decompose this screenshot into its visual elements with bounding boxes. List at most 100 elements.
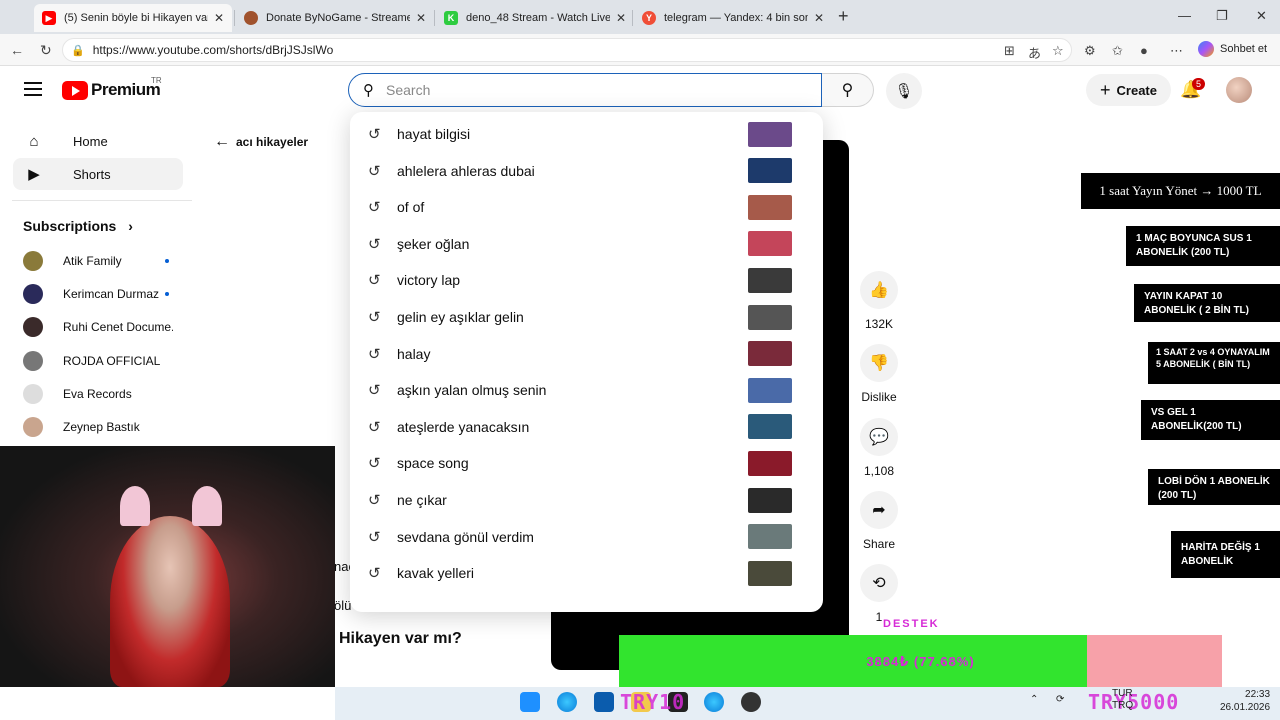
search-suggestions-dropdown: ↺ hayat bilgisi ↺ ahlelera ahleras dubai ↺ of… bbox=[350, 112, 823, 612]
copilot-icon bbox=[1198, 41, 1214, 57]
history-icon: ↺ bbox=[368, 235, 381, 253]
translate-icon[interactable]: あ bbox=[1028, 43, 1041, 62]
channel-avatar bbox=[23, 317, 43, 337]
remix-icon: ⟲ bbox=[860, 564, 898, 602]
extensions-icon[interactable]: ⚙ bbox=[1084, 43, 1096, 59]
search-box[interactable]: ⚲ bbox=[348, 73, 822, 107]
browser-tab-yandex[interactable]: Y telegram — Yandex: 4 bin sonuç b ✕ bbox=[634, 4, 832, 32]
subscription-item[interactable]: Zeynep Bastık bbox=[23, 417, 173, 437]
new-tab-icon[interactable]: + bbox=[838, 6, 849, 27]
subscription-item[interactable]: Kerimcan Durmaz bbox=[23, 284, 173, 304]
donation-offer: LOBİ DÖN 1 ABONELİK (200 TL) bbox=[1148, 469, 1280, 505]
copilot-button[interactable]: Sohbet et bbox=[1198, 41, 1267, 57]
subscriptions-heading[interactable]: Subscriptions › bbox=[23, 218, 133, 234]
subscription-item[interactable]: Eva Records bbox=[23, 384, 173, 404]
profile-icon[interactable]: ● bbox=[1140, 43, 1148, 58]
store-icon[interactable] bbox=[594, 692, 614, 712]
search-suggestion-item[interactable]: ↺ halay bbox=[350, 336, 823, 372]
url-field[interactable]: 🔒 https://www.youtube.com/shorts/dBrjJSJ… bbox=[62, 38, 1072, 62]
new-content-dot bbox=[165, 292, 169, 296]
create-button[interactable]: + Create bbox=[1086, 74, 1171, 106]
close-window-icon[interactable]: ✕ bbox=[1256, 8, 1267, 24]
suggestion-thumbnail bbox=[748, 267, 792, 293]
edge-window-icon[interactable] bbox=[704, 692, 724, 712]
search-suggestion-item[interactable]: ↺ aşkın yalan olmuş senin bbox=[350, 372, 823, 408]
subscription-item[interactable]: ROJDA OFFICIAL bbox=[23, 351, 173, 371]
search-suggestion-item[interactable]: ↺ ne çıkar bbox=[350, 482, 823, 518]
browser-tab-kick[interactable]: K deno_48 Stream - Watch Live on K ✕ bbox=[436, 4, 634, 32]
suggestion-text: hayat bilgisi bbox=[397, 126, 471, 142]
search-suggestion-item[interactable]: ↺ victory lap bbox=[350, 262, 823, 298]
suggestion-thumbnail bbox=[748, 194, 792, 220]
share-button[interactable]: ➦ Share bbox=[858, 491, 900, 551]
search-suggestion-item[interactable]: ↺ hayat bilgisi bbox=[350, 116, 823, 152]
history-icon: ↺ bbox=[368, 126, 381, 143]
account-avatar[interactable] bbox=[1226, 77, 1252, 103]
sidebar-item-label: Shorts bbox=[73, 166, 111, 182]
search-suggestion-item[interactable]: ↺ gelin ey aşıklar gelin bbox=[350, 299, 823, 335]
search-button[interactable]: ⚲ bbox=[822, 73, 874, 107]
back-to-feed-link[interactable]: ← acı hikayeler bbox=[214, 133, 308, 151]
sidebar-item-label: Home bbox=[73, 133, 108, 149]
search-suggestion-item[interactable]: ↺ şeker oğlan bbox=[350, 226, 823, 262]
search-suggestion-item[interactable]: ↺ ateşlerde yanacaksın bbox=[350, 409, 823, 445]
restore-icon[interactable]: ❐ bbox=[1216, 8, 1228, 24]
close-tab-icon[interactable]: ✕ bbox=[214, 11, 224, 25]
browser-tab-bynogame[interactable]: Donate ByNoGame - Streamer Set ✕ bbox=[236, 4, 434, 32]
search-suggestion-item[interactable]: ↺ kavak yelleri bbox=[350, 555, 823, 591]
search-suggestion-item[interactable]: ↺ ahlelera ahleras dubai bbox=[350, 153, 823, 189]
site-info-icon[interactable]: 🔒 bbox=[71, 44, 85, 57]
youtube-logo[interactable]: Premium TR bbox=[62, 76, 162, 100]
app-icon[interactable] bbox=[741, 692, 761, 712]
favorite-star-icon[interactable]: ☆ bbox=[1052, 43, 1064, 59]
system-clock[interactable]: 22:33 26.01.2026 bbox=[1220, 688, 1270, 714]
remix-button[interactable]: ⟲ 1 bbox=[858, 564, 900, 624]
comments-button[interactable]: 💬 1,108 bbox=[858, 418, 900, 478]
close-tab-icon[interactable]: ✕ bbox=[616, 11, 626, 25]
channel-name: Eva Records bbox=[63, 387, 132, 401]
start-menu-icon[interactable] bbox=[520, 692, 540, 712]
favorites-icon[interactable]: ✩ bbox=[1112, 43, 1123, 59]
tray-chevron-up-icon[interactable]: ⌃ bbox=[1030, 694, 1038, 705]
tray-sync-icon[interactable]: ⟳ bbox=[1056, 694, 1064, 705]
search-suggestion-item[interactable]: ↺ space song bbox=[350, 445, 823, 481]
suggestion-thumbnail bbox=[748, 231, 792, 257]
tab-title: telegram — Yandex: 4 bin sonuç b bbox=[664, 12, 808, 24]
back-icon[interactable]: ← bbox=[10, 42, 24, 58]
close-tab-icon[interactable]: ✕ bbox=[416, 11, 426, 25]
channel-avatar bbox=[23, 384, 43, 404]
browser-tab-youtube[interactable]: ▶ (5) Senin böyle bi Hikayen var mı? ✕ bbox=[34, 4, 232, 32]
url-text: https://www.youtube.com/shorts/dBrjJSJsl… bbox=[92, 43, 334, 57]
bynogame-favicon-icon bbox=[244, 11, 258, 25]
minimize-icon[interactable]: — bbox=[1178, 8, 1191, 23]
language-top: TUR bbox=[1112, 688, 1133, 699]
video-title: Hikayen var mı? bbox=[339, 630, 462, 647]
input-language-indicator[interactable]: TUR TRQ bbox=[1112, 688, 1133, 712]
voice-search-button[interactable]: 🎙 bbox=[886, 73, 922, 109]
clock-time: 22:33 bbox=[1245, 689, 1271, 700]
search-suggestion-item[interactable]: ↺ sevdana gönül verdim bbox=[350, 519, 823, 555]
sidebar-item-home[interactable]: ⌂ Home bbox=[13, 125, 183, 157]
yandex-favicon-icon: Y bbox=[642, 11, 656, 25]
subscription-item[interactable]: Ruhi Cenet Docume... bbox=[23, 317, 173, 337]
youtube-play-icon bbox=[62, 80, 88, 100]
dislike-button[interactable]: 👎 Dislike bbox=[858, 344, 900, 404]
app-available-icon[interactable]: ⊞ bbox=[1004, 43, 1015, 59]
more-menu-icon[interactable]: ⋯ bbox=[1170, 43, 1183, 59]
address-bar-row: ← ↻ 🔒 https://www.youtube.com/shorts/dBr… bbox=[0, 34, 1280, 66]
close-tab-icon[interactable]: ✕ bbox=[814, 11, 824, 25]
suggestion-thumbnail bbox=[748, 121, 792, 147]
edge-browser-icon[interactable] bbox=[557, 692, 577, 712]
menu-icon[interactable] bbox=[24, 82, 42, 100]
like-button[interactable]: 👍 132K bbox=[858, 271, 900, 331]
refresh-icon[interactable]: ↻ bbox=[40, 42, 52, 59]
chevron-right-icon: › bbox=[128, 218, 133, 234]
search-input[interactable] bbox=[386, 82, 766, 98]
like-count: 132K bbox=[864, 317, 894, 331]
history-icon: ↺ bbox=[368, 162, 381, 180]
history-icon: ↺ bbox=[368, 345, 381, 363]
history-icon: ↺ bbox=[368, 418, 381, 436]
subscription-item[interactable]: Atik Family bbox=[23, 251, 173, 271]
sidebar-item-shorts[interactable]: ▶ Shorts bbox=[13, 158, 183, 190]
search-suggestion-item[interactable]: ↺ of of bbox=[350, 189, 823, 225]
